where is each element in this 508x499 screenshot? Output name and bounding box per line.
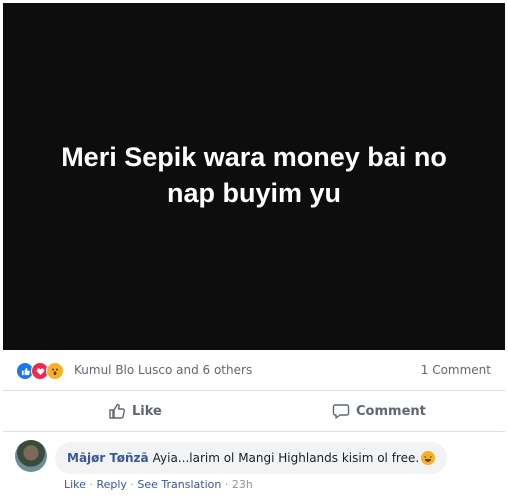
comment-author[interactable]: Mājør Tøñzā bbox=[67, 451, 149, 465]
comment-bubble: Mājør Tøñzā Ayia...larim ol Mangi Highla… bbox=[55, 442, 448, 474]
comment-meta: Like · Reply · See Translation · 23h bbox=[64, 478, 253, 491]
comment-count[interactable]: 1 Comment bbox=[421, 363, 491, 377]
comment-text: Ayia...larim ol Mangi Highlands kisim ol… bbox=[152, 451, 420, 465]
post-image-text: Meri Sepik wara money bai no nap buyim y… bbox=[61, 141, 447, 208]
comment-button[interactable]: Comment bbox=[332, 391, 426, 431]
comment-button-label: Comment bbox=[356, 403, 426, 419]
reactors-text[interactable]: Kumul Blo Lusco and 6 others bbox=[74, 363, 252, 377]
post-stats: Kumul Blo Lusco and 6 others 1 Comment bbox=[3, 350, 505, 391]
post-image[interactable]: Meri Sepik wara money bai no nap buyim y… bbox=[3, 3, 505, 350]
comment-reply-link[interactable]: Reply bbox=[96, 478, 126, 491]
like-button-label: Like bbox=[132, 403, 162, 419]
post-card: Meri Sepik wara money bai no nap buyim y… bbox=[3, 3, 505, 499]
laughing-emoji-icon bbox=[421, 451, 436, 465]
see-translation-link[interactable]: See Translation bbox=[137, 478, 221, 491]
wow-reaction-icon bbox=[46, 362, 64, 380]
comment-timestamp[interactable]: 23h bbox=[232, 478, 253, 491]
thumbs-up-icon bbox=[109, 403, 126, 419]
speech-bubble-icon bbox=[332, 404, 350, 419]
like-button[interactable]: Like bbox=[108, 391, 162, 431]
avatar[interactable] bbox=[15, 440, 47, 472]
comment-like-link[interactable]: Like bbox=[64, 478, 86, 491]
action-bar: Like Comment bbox=[3, 391, 505, 432]
reaction-icons[interactable] bbox=[16, 362, 64, 380]
